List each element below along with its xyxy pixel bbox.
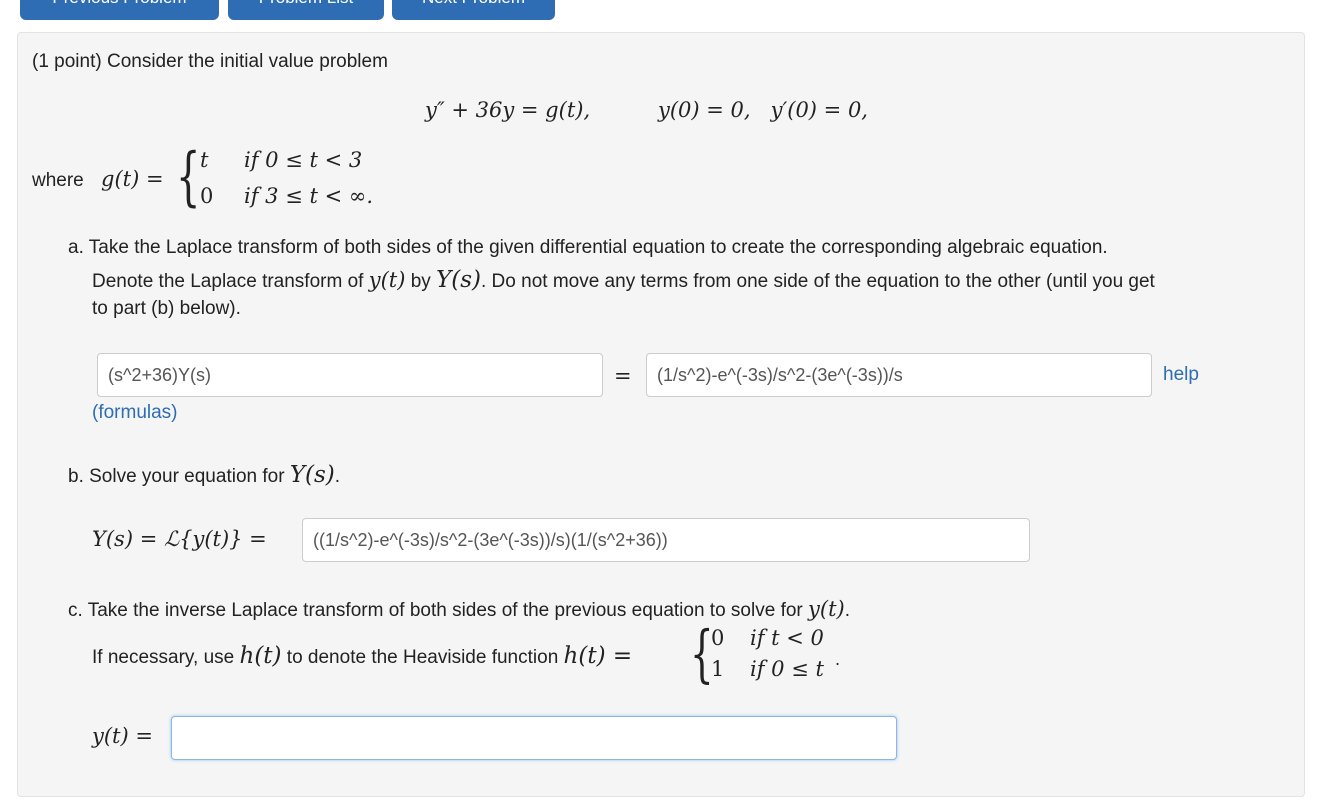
heaviside-h: h(t) — [239, 643, 282, 669]
part-c-prompt-post: . — [844, 600, 851, 621]
part-b-prompt-post: . — [334, 466, 341, 487]
part-a-yt: y(t) — [368, 268, 406, 292]
part-b-Ys: Y(s) — [289, 462, 335, 488]
ode-equation: y″ + 36y = g(t), — [425, 98, 591, 122]
problem-list-button[interactable]: Problem List — [228, 0, 384, 20]
h-tail-dot: . — [835, 650, 841, 669]
h-case1-value: 0 — [711, 626, 725, 650]
part-a-line1: a. Take the Laplace transform of both si… — [68, 237, 1108, 258]
part-c-prompt: c. Take the inverse Laplace transform of… — [68, 597, 850, 622]
g-brace: { — [176, 140, 201, 214]
g-case1-value: t — [200, 148, 209, 172]
g-case2-condition: if 3 ≤ t < ∞. — [244, 184, 374, 208]
previous-problem-button[interactable]: Previous Problem — [20, 0, 219, 20]
where-label: where — [32, 170, 84, 191]
help-link[interactable]: help — [1163, 364, 1199, 386]
h-case2-value: 1 — [711, 657, 725, 681]
Ys-answer-input[interactable]: ((1/s^2)-e^(-3s)/s^2-(3e^(-3s))/s)(1/(s^… — [302, 518, 1030, 562]
part-a-line2-post: . Do not move any terms from one side of… — [481, 271, 1155, 292]
part-b-prompt-pre: b. Solve your equation for — [68, 466, 285, 487]
heaviside-mid: to denote the Heaviside function — [286, 647, 559, 668]
g-case2-value: 0 — [200, 184, 214, 208]
problem-intro: (1 point) Consider the initial value pro… — [32, 51, 388, 72]
g-case1-condition: if 0 ≤ t < 3 — [244, 148, 363, 172]
rhs-transform-input[interactable]: (1/s^2)-e^(-3s)/s^2-(3e^(-3s))/s — [646, 353, 1152, 397]
heaviside-line: If necessary, use h(t) to denote the Hea… — [92, 643, 632, 669]
part-c-yt: y(t) — [808, 597, 845, 621]
part-a-by: by — [410, 271, 431, 292]
part-b-prompt: b. Solve your equation for Y(s). — [68, 462, 340, 488]
initial-conditions: y(0) = 0, y′(0) = 0, — [658, 98, 868, 122]
equals-sign: = — [614, 364, 632, 388]
lhs-transform-input[interactable]: (s^2+36)Y(s) — [97, 353, 603, 397]
part-a-line2: Denote the Laplace transform of y(t) by … — [92, 267, 1155, 293]
part-c-lhs: y(t) = — [92, 724, 153, 748]
yt-answer-input[interactable] — [171, 716, 897, 760]
part-b-lhs: Y(s) = ℒ{y(t)} = — [92, 527, 267, 551]
h-case1-condition: if t < 0 — [750, 626, 824, 650]
part-a-line2-pre: Denote the Laplace transform of — [92, 271, 364, 292]
formulas-link[interactable]: (formulas) — [92, 402, 178, 424]
heaviside-pre: If necessary, use — [92, 647, 235, 668]
part-a-line3: to part (b) below). — [92, 298, 241, 319]
heaviside-def: h(t) = — [563, 643, 633, 669]
next-problem-button[interactable]: Next Problem — [392, 0, 555, 20]
g-definition: g(t) = — [101, 167, 164, 191]
part-a-Ys: Y(s) — [436, 267, 481, 293]
problem-card — [17, 32, 1305, 797]
h-case2-condition: if 0 ≤ t — [750, 657, 824, 681]
